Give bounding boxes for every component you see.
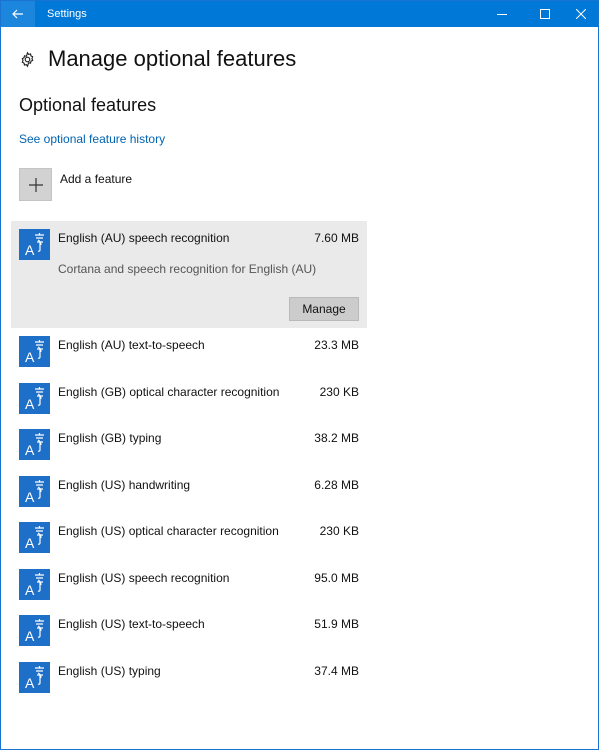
language-icon-glyph: A [25, 526, 44, 551]
language-icon-glyph: A [25, 479, 44, 505]
language-icon-glyph: A [25, 340, 44, 365]
feature-item[interactable]: A English (US) text-to-speech 51.9 MB [11, 607, 367, 654]
language-icon-glyph: A [25, 572, 44, 598]
minimize-button[interactable] [485, 1, 519, 27]
feature-name: English (GB) typing [58, 431, 162, 445]
language-icon: A [19, 475, 50, 507]
title-bar: Settings [1, 1, 598, 27]
language-icon: A [19, 568, 50, 600]
back-button[interactable] [1, 1, 35, 27]
feature-name: English (US) handwriting [58, 477, 191, 492]
section-title: Optional features [19, 95, 157, 115]
back-arrow-icon [12, 9, 23, 19]
feature-name: English (US) text-to-speech [58, 617, 205, 631]
svg-text:A: A [25, 675, 35, 691]
feature-item[interactable]: A English (US) typing 37.4 MB [11, 654, 367, 701]
feature-size: 7.60 MB [314, 231, 359, 245]
feature-list: A English (AU) speech recognition 7.60 MB C… [11, 221, 367, 700]
add-feature-label: Add a feature [60, 172, 133, 186]
feature-size: 95.0 MB [314, 570, 359, 585]
feature-name: English (AU) text-to-speech [58, 338, 205, 352]
feature-size: 23.3 MB [314, 338, 359, 352]
language-icon-glyph: A [25, 233, 44, 258]
feature-size: 51.9 MB [314, 617, 359, 631]
language-icon: A [19, 661, 50, 693]
svg-text:A: A [25, 349, 35, 365]
feature-item[interactable]: A English (US) speech recognition 95.0 MB [11, 561, 367, 608]
feature-name: English (AU) speech recognition [58, 231, 230, 245]
language-icon-glyph: A [25, 386, 44, 412]
feature-name: English (GB) optical character recogniti… [58, 384, 280, 399]
manage-button[interactable]: Manage [289, 297, 359, 321]
language-icon: A [19, 615, 50, 646]
language-icon-glyph: A [25, 665, 44, 691]
svg-text:A: A [25, 489, 35, 505]
feature-history-link[interactable]: See optional feature history [19, 132, 165, 146]
language-icon-glyph: A [25, 619, 44, 644]
language-icon: A [19, 336, 50, 367]
feature-size: 230 KB [319, 524, 359, 538]
feature-item[interactable]: A English (US) optical character recognit… [11, 514, 367, 561]
feature-item[interactable]: A English (GB) optical character recognit… [11, 375, 367, 422]
feature-size: 230 KB [319, 384, 359, 399]
maximize-icon [540, 9, 550, 19]
minimize-icon [497, 14, 507, 15]
feature-name: English (US) optical character recogniti… [58, 524, 279, 538]
page-header: Manage optional features [19, 43, 296, 75]
feature-size: 37.4 MB [314, 663, 359, 678]
language-icon-glyph: A [25, 433, 44, 458]
add-feature-tile[interactable] [19, 168, 52, 201]
feature-size: 38.2 MB [314, 431, 359, 445]
svg-text:A: A [25, 242, 35, 258]
language-icon: A [19, 229, 50, 260]
feature-item[interactable]: A English (AU) text-to-speech 23.3 MB [11, 328, 367, 375]
svg-text:A: A [25, 535, 35, 551]
feature-item[interactable]: A English (US) handwriting 6.28 MB [11, 468, 367, 515]
add-feature-button[interactable]: Add a feature [19, 168, 132, 201]
feature-description: Cortana and speech recognition for Engli… [58, 262, 317, 276]
language-icon: A [19, 429, 50, 460]
feature-item[interactable]: A English (GB) typing 38.2 MB [11, 421, 367, 468]
language-icon: A [19, 522, 50, 553]
close-icon [576, 9, 586, 19]
svg-text:A: A [25, 582, 35, 598]
svg-text:A: A [25, 628, 35, 644]
window-title: Settings [47, 8, 87, 20]
maximize-button[interactable] [528, 1, 562, 27]
language-icon: A [19, 382, 50, 414]
feature-name: English (US) speech recognition [58, 570, 230, 585]
plus-icon [28, 177, 43, 192]
svg-text:A: A [25, 442, 35, 458]
feature-name: English (US) typing [58, 663, 161, 678]
feature-size: 6.28 MB [314, 477, 359, 492]
gear-icon [21, 51, 34, 67]
feature-item[interactable]: A English (AU) speech recognition 7.60 MB C… [11, 221, 367, 328]
page-title: Manage optional features [48, 46, 297, 71]
settings-window: Settings Manage optional features Option… [0, 0, 599, 750]
close-button[interactable] [564, 1, 598, 27]
svg-text:A: A [25, 396, 35, 412]
